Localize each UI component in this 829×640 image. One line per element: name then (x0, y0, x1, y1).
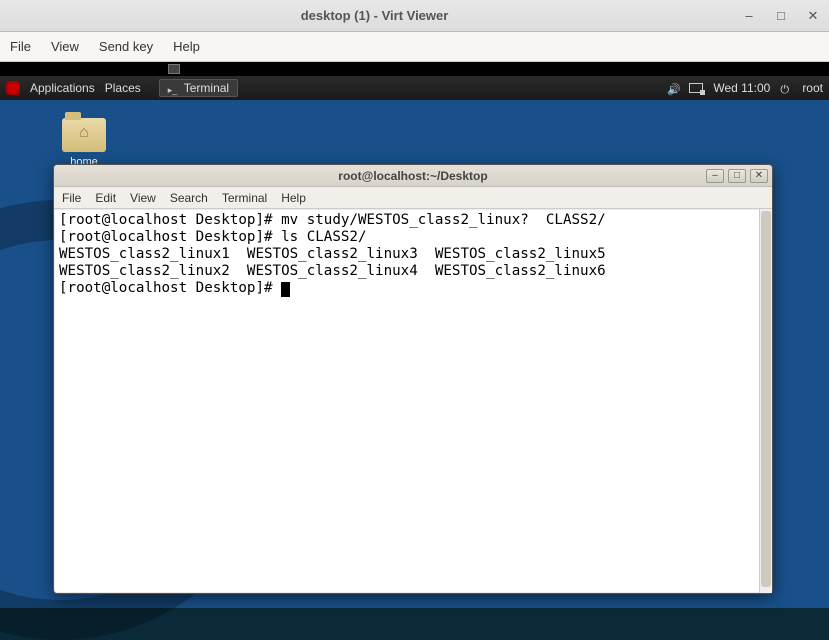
taskbar-terminal-label: Terminal (184, 81, 229, 95)
outer-menubar: File View Send key Help (0, 32, 829, 62)
guest-display[interactable]: Applications Places Terminal Wed 11:00 r… (0, 76, 829, 608)
menu-help[interactable]: Help (173, 39, 200, 54)
term-line: [root@localhost Desktop]# ls CLASS2/ (59, 229, 767, 246)
terminal-icon (168, 82, 180, 94)
term-menu-terminal[interactable]: Terminal (222, 191, 267, 205)
panel-clock[interactable]: Wed 11:00 (713, 81, 770, 95)
network-icon[interactable] (689, 83, 703, 93)
power-icon[interactable] (780, 82, 792, 94)
term-menu-file[interactable]: File (62, 191, 81, 205)
distro-icon[interactable] (6, 81, 20, 95)
terminal-menubar: File Edit View Search Terminal Help (54, 187, 772, 209)
terminal-maximize-button[interactable]: □ (728, 169, 746, 183)
scrollbar-thumb[interactable] (761, 211, 771, 587)
term-menu-search[interactable]: Search (170, 191, 208, 205)
term-line: WESTOS_class2_linux1 WESTOS_class2_linux… (59, 246, 767, 263)
virt-viewer-window: desktop (1) - Virt Viewer – □ ✕ File Vie… (0, 0, 829, 608)
term-prompt-line: [root@localhost Desktop]# (59, 280, 767, 297)
minimize-button[interactable]: – (741, 8, 757, 24)
sound-icon[interactable] (667, 82, 679, 94)
terminal-scrollbar[interactable] (759, 209, 772, 593)
term-line: [root@localhost Desktop]# mv study/WESTO… (59, 212, 767, 229)
term-menu-view[interactable]: View (130, 191, 156, 205)
panel-applications[interactable]: Applications (30, 81, 95, 95)
term-line: WESTOS_class2_linux2 WESTOS_class2_linux… (59, 263, 767, 280)
window-title: desktop (1) - Virt Viewer (8, 8, 741, 23)
guest-desktop[interactable]: home root@localhost:~/Desktop – □ ✕ File… (0, 100, 829, 608)
terminal-window: root@localhost:~/Desktop – □ ✕ File Edit… (53, 164, 773, 594)
term-menu-edit[interactable]: Edit (95, 191, 116, 205)
terminal-minimize-button[interactable]: – (706, 169, 724, 183)
terminal-body[interactable]: [root@localhost Desktop]# mv study/WESTO… (55, 210, 771, 592)
folder-icon (62, 118, 106, 152)
panel-user[interactable]: root (802, 81, 823, 95)
terminal-titlebar[interactable]: root@localhost:~/Desktop – □ ✕ (54, 165, 772, 187)
panel-places[interactable]: Places (105, 81, 141, 95)
outer-titlebar[interactable]: desktop (1) - Virt Viewer – □ ✕ (0, 0, 829, 32)
terminal-close-button[interactable]: ✕ (750, 169, 768, 183)
cursor-icon (281, 282, 290, 297)
menu-sendkey[interactable]: Send key (99, 39, 153, 54)
desktop-home-folder[interactable]: home (62, 118, 106, 168)
letterbox-strip (0, 62, 829, 76)
close-button[interactable]: ✕ (805, 8, 821, 24)
maximize-button[interactable]: □ (773, 8, 789, 24)
menu-file[interactable]: File (10, 39, 31, 54)
terminal-title: root@localhost:~/Desktop (54, 169, 772, 183)
indicator-icon (168, 64, 180, 74)
term-menu-help[interactable]: Help (281, 191, 306, 205)
taskbar-terminal[interactable]: Terminal (159, 79, 238, 97)
menu-view[interactable]: View (51, 39, 79, 54)
gnome-top-panel: Applications Places Terminal Wed 11:00 r… (0, 76, 829, 100)
